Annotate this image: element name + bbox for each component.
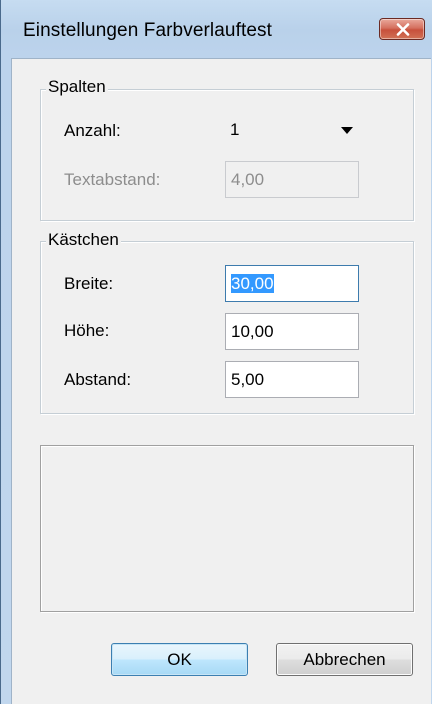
title-bar[interactable]: Einstellungen Farbverlauftest xyxy=(1,0,432,58)
dialog-window: Einstellungen Farbverlauftest Spalten An… xyxy=(0,0,432,704)
breite-value: 30,00 xyxy=(231,274,274,293)
hoehe-label: Höhe: xyxy=(64,321,110,340)
breite-field[interactable]: 30,00 xyxy=(225,265,359,302)
kaestchen-group-legend: Kästchen xyxy=(46,230,121,250)
hoehe-value: 10,00 xyxy=(231,322,274,341)
anzahl-label: Anzahl: xyxy=(64,121,121,140)
dialog-client-area: Spalten Anzahl: 1 Textabstand: 4,00 Käst… xyxy=(11,58,431,704)
preview-area xyxy=(40,445,414,612)
textabstand-label: Textabstand: xyxy=(64,170,161,189)
breite-label: Breite: xyxy=(64,274,114,293)
abstand-value: 5,00 xyxy=(231,370,265,389)
hoehe-field[interactable]: 10,00 xyxy=(225,313,359,350)
close-button[interactable] xyxy=(379,18,425,40)
anzahl-dropdown[interactable]: 1 xyxy=(225,112,359,149)
abstand-field[interactable]: 5,00 xyxy=(225,361,359,398)
cancel-button[interactable]: Abbrechen xyxy=(276,643,413,676)
spalten-group-legend: Spalten xyxy=(46,77,108,97)
ok-button[interactable]: OK xyxy=(111,643,248,676)
spalten-group xyxy=(40,89,414,221)
anzahl-selected-value: 1 xyxy=(230,120,240,139)
close-icon xyxy=(396,23,410,36)
abstand-label: Abstand: xyxy=(64,370,132,389)
chevron-down-icon[interactable] xyxy=(341,127,353,134)
textabstand-value: 4,00 xyxy=(231,170,265,189)
window-title: Einstellungen Farbverlauftest xyxy=(23,20,272,41)
textabstand-field: 4,00 xyxy=(225,161,359,198)
